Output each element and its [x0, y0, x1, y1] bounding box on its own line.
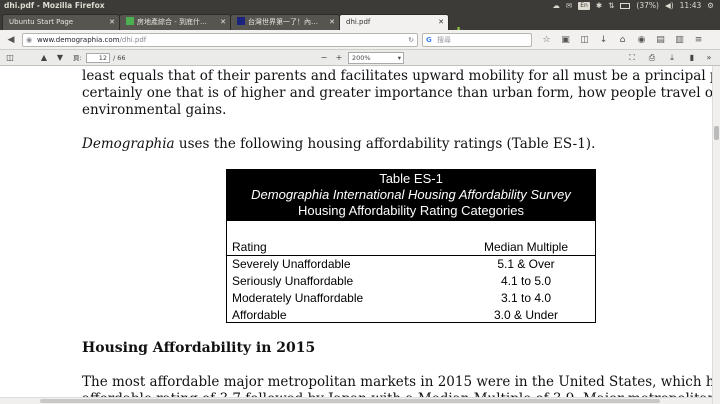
- affordability-table: Table ES-1 Demographia International Hou…: [226, 169, 596, 323]
- address-bar[interactable]: ◉ www.demographia.com/dhi.pdf ↻: [22, 33, 418, 47]
- multiple-cell: 3.0 & Under: [493, 308, 559, 322]
- tab-label: dhi.pdf: [346, 18, 371, 26]
- pocket-icon[interactable]: ◫: [578, 33, 591, 47]
- next-page-arrow-icon[interactable]: ▼: [54, 51, 66, 65]
- network-icon[interactable]: ☁: [552, 0, 560, 12]
- scrollbar-thumb[interactable]: [714, 126, 719, 140]
- zoom-select[interactable]: 200% ▾: [348, 52, 404, 64]
- table-title: Table ES-1: [379, 171, 443, 186]
- previous-page-arrow-icon[interactable]: ▲: [38, 51, 50, 65]
- table-subtitle: Demographia International Housing Afford…: [251, 187, 571, 202]
- tab-label: 台灣世界第一了！內…: [248, 18, 318, 26]
- body-text: uses the following housing affordability…: [174, 136, 596, 152]
- download-arrow-icon[interactable]: ↓: [597, 33, 610, 47]
- page-number-input[interactable]: 12: [86, 53, 110, 63]
- navigation-bar: ◀ ◉ www.demographia.com/dhi.pdf ↻ G 搜尋 ☆…: [0, 30, 720, 50]
- vertical-scrollbar[interactable]: [712, 66, 720, 404]
- multiple-cell: 3.1 to 4.0: [500, 291, 552, 305]
- keyboard-layout-indicator[interactable]: En: [578, 2, 590, 10]
- tab-real-estate[interactable]: 房地產綜合 - 到底什… ✕: [119, 14, 231, 30]
- screenshot-icon[interactable]: ▤: [654, 33, 667, 47]
- close-tab-icon[interactable]: ✕: [438, 15, 444, 29]
- url-path: /dhi.pdf: [119, 36, 147, 44]
- table-column-headers: Rating Median Multiple: [227, 239, 595, 256]
- reload-icon[interactable]: ↻: [408, 34, 414, 46]
- bluetooth-icon[interactable]: ✱: [596, 0, 602, 12]
- hamburger-menu-icon[interactable]: ≡: [692, 33, 705, 47]
- tab-label: Ubuntu Start Page: [9, 18, 74, 26]
- table-caption: Housing Affordability Rating Categories: [298, 203, 524, 218]
- battery-icon[interactable]: [620, 3, 631, 9]
- extension-icon[interactable]: ▥: [673, 33, 686, 47]
- close-tab-icon[interactable]: ✕: [220, 15, 226, 29]
- chevron-down-icon: ▾: [397, 54, 401, 62]
- tools-menu-icon[interactable]: »: [703, 51, 715, 65]
- system-tray: ☁ ✉ En ✱ ⇅ (37%) ◀) 11:43 ⚙: [552, 0, 714, 12]
- tab-dhi-pdf[interactable]: dhi.pdf ✕: [339, 14, 449, 30]
- italic-term: Demographia: [82, 136, 175, 152]
- table-row: Affordable 3.0 & Under: [227, 307, 595, 324]
- tab-taiwan-news[interactable]: 台灣世界第一了！內… ✕: [230, 14, 340, 30]
- body-text-line: certainly one that is of higher and grea…: [82, 85, 712, 101]
- save-download-icon[interactable]: ⤓: [666, 51, 678, 65]
- home-icon[interactable]: ⌂: [616, 33, 629, 47]
- table-header: Table ES-1 Demographia International Hou…: [227, 170, 595, 221]
- toolbar-icons: ☆ ▣ ◫ ↓ ⌂ ◉ ▤ ▥ ≡: [540, 33, 705, 47]
- pdf-toolbar: ◫ ▲ ▼ 頁: 12 / 66 − + 200% ▾ ⛶ ⎙ ⤓ ▮ »: [0, 50, 720, 66]
- window-title: dhi.pdf - Mozilla Firefox: [4, 1, 105, 10]
- search-input[interactable]: G 搜尋: [422, 33, 532, 47]
- tab-ubuntu-start-page[interactable]: Ubuntu Start Page ✕: [2, 14, 120, 30]
- tab-label: 房地產綜合 - 到底什…: [137, 18, 207, 26]
- scrollbar-thumb[interactable]: [40, 399, 660, 403]
- battery-percent: (37%): [636, 1, 659, 10]
- horizontal-scrollbar[interactable]: [0, 397, 712, 404]
- wifi-icon[interactable]: ⇅: [608, 0, 614, 12]
- column-header-rating: Rating: [232, 240, 267, 254]
- page-label: 頁:: [73, 54, 82, 62]
- print-icon[interactable]: ⎙: [646, 51, 658, 65]
- bookmark-star-icon[interactable]: ☆: [540, 33, 553, 47]
- search-placeholder: 搜尋: [437, 36, 451, 44]
- page-count: / 66: [113, 54, 126, 62]
- globe-icon: ◉: [26, 36, 33, 44]
- chat-icon[interactable]: ◉: [635, 33, 648, 47]
- body-text-line: least equals that of their parents and f…: [82, 68, 712, 84]
- rating-cell: Affordable: [232, 308, 287, 322]
- google-search-icon: G: [426, 36, 432, 44]
- back-arrow-icon[interactable]: ◀: [4, 33, 18, 47]
- url-host: www.demographia.com: [37, 36, 120, 44]
- table-row: Seriously Unaffordable 4.1 to 5.0: [227, 273, 595, 290]
- multiple-cell: 5.1 & Over: [497, 257, 555, 271]
- close-tab-icon[interactable]: ✕: [329, 15, 335, 29]
- zoom-out-icon[interactable]: −: [318, 51, 330, 65]
- table-row: Moderately Unaffordable 3.1 to 4.0: [227, 290, 595, 307]
- favicon-icon: [237, 17, 245, 25]
- system-top-bar: dhi.pdf - Mozilla Firefox ☁ ✉ En ✱ ⇅ (37…: [0, 0, 720, 12]
- close-tab-icon[interactable]: ✕: [109, 15, 115, 29]
- rating-cell: Severely Unaffordable: [232, 257, 351, 271]
- rating-cell: Seriously Unaffordable: [232, 274, 354, 288]
- body-text-line: environmental gains.: [82, 102, 227, 118]
- table-row: Severely Unaffordable 5.1 & Over: [227, 256, 595, 273]
- fullscreen-icon[interactable]: ⛶: [626, 51, 638, 65]
- pdf-document-viewport[interactable]: least equals that of their parents and f…: [0, 66, 712, 404]
- volume-icon[interactable]: ◀): [665, 0, 674, 12]
- zoom-value: 200%: [352, 54, 371, 62]
- tab-strip: Ubuntu Start Page ✕ 房地產綜合 - 到底什… ✕ 台灣世界第…: [0, 12, 720, 38]
- body-paragraph: Demographia uses the following housing a…: [82, 136, 712, 153]
- rating-cell: Moderately Unaffordable: [232, 291, 364, 305]
- section-heading: Housing Affordability in 2015: [82, 340, 316, 356]
- column-header-median-multiple: Median Multiple: [483, 240, 569, 254]
- settings-gear-icon[interactable]: ⚙: [707, 0, 714, 12]
- favicon-icon: [126, 17, 134, 25]
- zoom-in-icon[interactable]: +: [333, 51, 345, 65]
- reading-list-icon[interactable]: ▣: [559, 33, 572, 47]
- mail-icon[interactable]: ✉: [566, 0, 572, 12]
- body-text-line: The most affordable major metropolitan m…: [82, 374, 712, 390]
- sidebar-toggle-icon[interactable]: ◫: [4, 51, 16, 65]
- clock[interactable]: 11:43: [680, 0, 702, 12]
- bookmark-view-icon[interactable]: ▮: [686, 51, 698, 65]
- multiple-cell: 4.1 to 5.0: [500, 274, 552, 288]
